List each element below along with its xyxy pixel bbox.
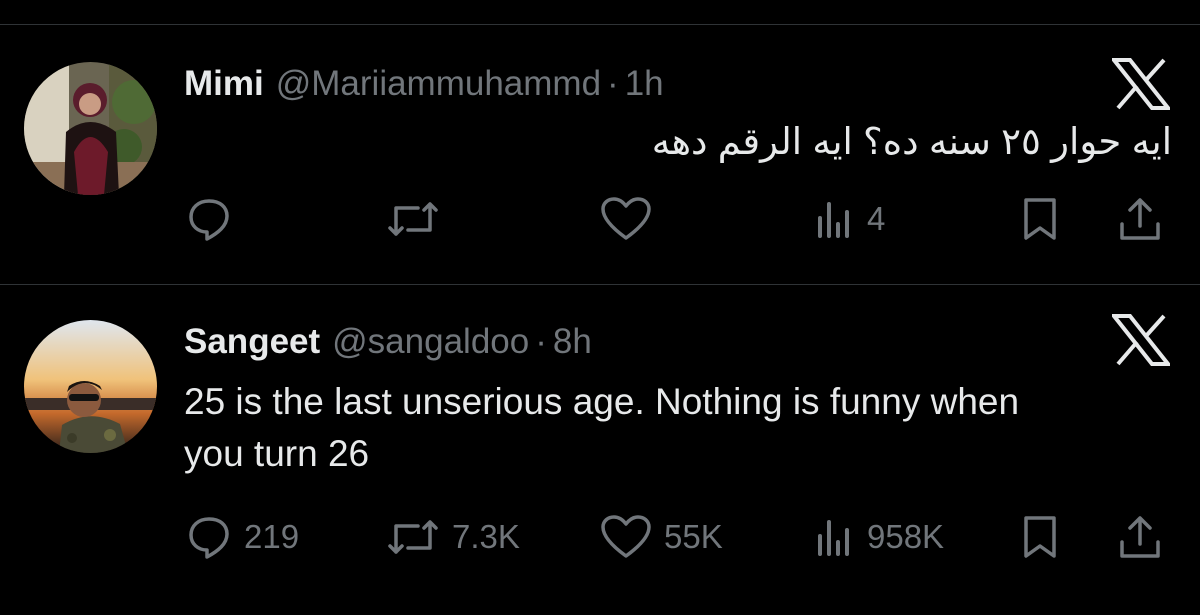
tweet-text: ایه حوار ٢٥ سنه ده؟ ایه الرقم دهه xyxy=(651,121,1172,162)
heart-icon xyxy=(600,196,652,242)
display-name[interactable]: Mimi xyxy=(184,64,264,104)
tweet-actions: 4 xyxy=(0,194,1200,244)
like-count: 55K xyxy=(664,518,723,555)
display-name[interactable]: Sangeet xyxy=(184,322,320,362)
view-count: 4 xyxy=(867,200,886,237)
bookmark-button[interactable] xyxy=(1020,512,1060,562)
share-button[interactable] xyxy=(1116,194,1164,244)
share-button[interactable] xyxy=(1116,512,1164,562)
reply-button[interactable]: 219 xyxy=(186,512,299,562)
bar-chart-icon xyxy=(815,514,855,560)
timestamp[interactable]: 1h xyxy=(625,64,664,104)
retweet-button[interactable] xyxy=(386,194,452,244)
bar-chart-icon xyxy=(815,196,855,242)
reply-count: 219 xyxy=(244,518,300,555)
like-button[interactable] xyxy=(600,194,664,244)
bookmark-button[interactable] xyxy=(1020,194,1060,244)
avatar[interactable] xyxy=(24,62,157,195)
views-button[interactable]: 4 xyxy=(815,194,885,244)
retweet-arrows-icon xyxy=(386,514,440,560)
user-handle[interactable]: @Mariiammuhammd xyxy=(276,64,601,104)
speech-bubble-icon xyxy=(186,196,232,242)
x-logo-icon xyxy=(1109,58,1173,110)
reply-button[interactable] xyxy=(186,194,244,244)
user-handle[interactable]: @sangaldoo xyxy=(332,322,529,362)
share-upload-icon xyxy=(1116,196,1164,242)
share-upload-icon xyxy=(1116,514,1164,560)
x-logo-icon xyxy=(1109,314,1173,366)
tweet[interactable]: Mimi @Mariiammuhammd · 1h ایه حوار ٢٥ سن… xyxy=(0,24,1200,284)
bookmark-icon xyxy=(1020,514,1060,560)
tweet-actions: 219 7.3K 55K 958K xyxy=(0,512,1200,562)
tweet-text: 25 is the last unserious age. Nothing is… xyxy=(184,381,1020,474)
like-button[interactable]: 55K xyxy=(600,512,723,562)
retweet-arrows-icon xyxy=(386,196,440,242)
retweet-button[interactable]: 7.3K xyxy=(386,512,520,562)
avatar[interactable] xyxy=(24,320,157,453)
tweet-header: Mimi @Mariiammuhammd · 1h xyxy=(184,64,664,104)
timestamp[interactable]: 8h xyxy=(553,322,592,362)
bookmark-icon xyxy=(1020,196,1060,242)
tweet-feed: Mimi @Mariiammuhammd · 1h ایه حوار ٢٥ سن… xyxy=(0,0,1200,615)
tweet[interactable]: Sangeet @sangaldoo · 8h 25 is the last u… xyxy=(0,284,1200,604)
views-button[interactable]: 958K xyxy=(815,512,944,562)
speech-bubble-icon xyxy=(186,514,232,560)
heart-icon xyxy=(600,514,652,560)
separator-dot: · xyxy=(607,64,619,103)
tweet-header: Sangeet @sangaldoo · 8h xyxy=(184,322,592,362)
view-count: 958K xyxy=(867,518,945,555)
retweet-count: 7.3K xyxy=(452,518,520,555)
separator-dot: · xyxy=(535,322,547,361)
